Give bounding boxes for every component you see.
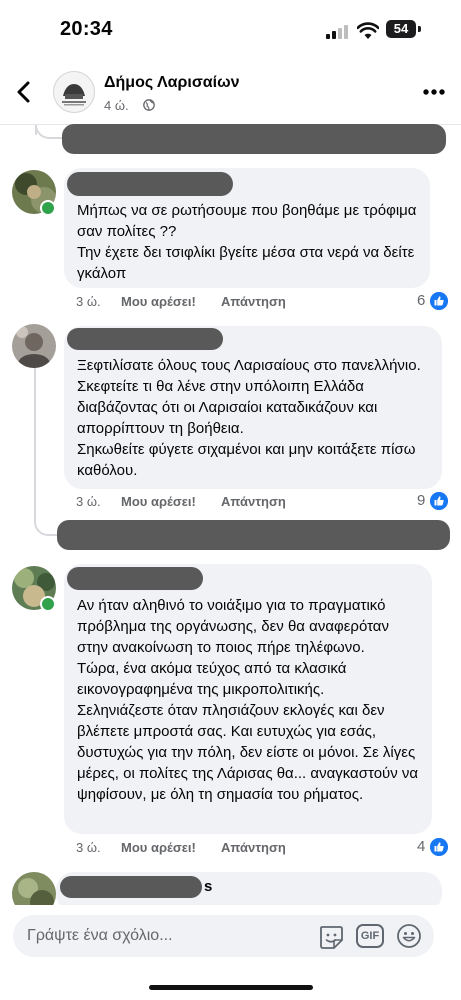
like-button[interactable]: Μου αρέσει! [121,294,196,309]
online-indicator [40,596,56,612]
online-indicator [40,200,56,216]
like-icon [430,838,448,856]
comment-time[interactable]: 3 ώ. [76,840,101,855]
reaction-count[interactable]: 6 [417,292,425,309]
comment-text: Ξεφτιλίσατε όλους τους Λαρισαίους στο πα… [77,357,421,479]
sticker-icon[interactable] [318,924,344,950]
commenter-name-redacted[interactable] [67,172,233,196]
page-logo-icon [54,72,94,112]
page-avatar[interactable] [53,71,95,113]
globe-icon [143,99,155,111]
commenter-name-redacted[interactable] [60,876,202,898]
reply-preview-redacted[interactable] [57,520,450,550]
commenter-name-redacted[interactable] [67,328,223,350]
wifi-icon [357,22,379,39]
like-button[interactable]: Μου αρέσει! [121,494,196,509]
gif-icon[interactable]: GIF [356,924,384,948]
thread-connector [35,125,63,139]
like-icon [430,292,448,310]
home-indicator [149,985,313,990]
like-button[interactable]: Μου αρέσει! [121,840,196,855]
cellular-icon [326,25,348,39]
reaction-count[interactable]: 4 [417,838,425,855]
comment-text: Αν ήταν αληθινό το νοιάξιμο για το πραγμ… [77,597,419,803]
reply-button[interactable]: Απάντηση [221,294,286,309]
reply-button[interactable]: Απάντηση [221,494,286,509]
reaction-count[interactable]: 9 [417,492,425,509]
more-icon[interactable] [422,88,446,96]
comment-input-placeholder: Γράψτε ένα σχόλιο... [27,927,173,944]
comment-time[interactable]: 3 ώ. [76,294,101,309]
page-name[interactable]: Δήμος Λαρισαίων [104,74,240,92]
battery-tip [418,26,421,32]
thread-line [34,368,36,518]
battery-indicator: 54 [386,20,416,38]
reply-preview-redacted[interactable] [62,124,446,154]
like-icon [430,492,448,510]
commenter-name-redacted[interactable] [67,567,203,590]
comment-time[interactable]: 3 ώ. [76,494,101,509]
reply-button[interactable]: Απάντηση [221,840,286,855]
post-time[interactable]: 4 ώ. [104,98,129,113]
emoji-icon[interactable] [396,923,422,949]
commenter-avatar[interactable] [12,324,56,368]
back-icon[interactable] [10,78,38,106]
comment-text: Μήπως να σε ρωτήσουμε που βοηθάμε με τρό… [77,202,417,282]
status-time: 20:34 [60,18,113,40]
commenter-name-tail: s [204,878,213,895]
